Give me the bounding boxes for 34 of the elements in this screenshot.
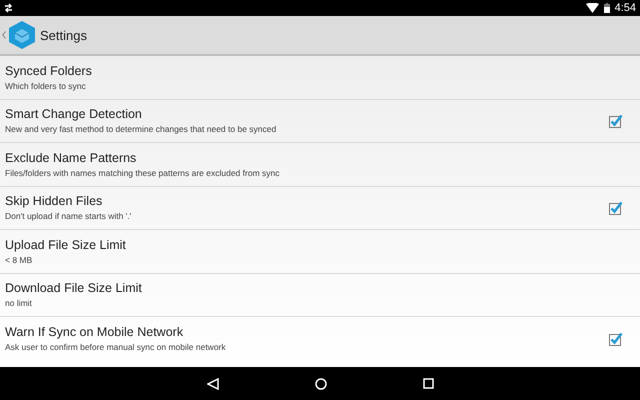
back-icon[interactable] bbox=[206, 378, 218, 390]
back-chevron-icon bbox=[2, 31, 6, 39]
settings-item[interactable]: Warn If Sync on Mobile Network Ask user to confirm before manual sync on mobile network bbox=[0, 317, 640, 360]
checkbox[interactable] bbox=[609, 114, 623, 128]
settings-item[interactable]: Synced Folders Which folders to sync bbox=[0, 56, 640, 100]
settings-item[interactable]: Download File Size Limit no limit bbox=[0, 274, 640, 317]
setting-title: Warn If Sync on Mobile Network bbox=[5, 325, 184, 340]
setting-summary: Files/folders with names matching these patterns are excluded from sync bbox=[5, 168, 280, 178]
setting-summary: no limit bbox=[5, 298, 33, 308]
setting-summary: Ask user to confirm before manual sync on mobile network bbox=[5, 342, 226, 352]
settings-item[interactable]: Skip Hidden Files Don't upload if name starts with '.' bbox=[0, 186, 640, 230]
setting-summary: New and very fast method to determine changes that need to be synced bbox=[5, 124, 276, 134]
setting-title: Download File Size Limit bbox=[5, 281, 142, 296]
setting-title: Upload File Size Limit bbox=[5, 238, 126, 252]
cube-logo-icon bbox=[9, 21, 35, 49]
settings-item[interactable]: Smart Change Detection New and very fast method to determine changes that need to be synced bbox=[0, 100, 640, 143]
setting-title: Synced Folders bbox=[5, 64, 92, 78]
settings-item[interactable]: Upload File Size Limit < 8 MB bbox=[0, 230, 640, 274]
home-icon[interactable] bbox=[314, 378, 326, 390]
status-time: 4:54 bbox=[614, 2, 636, 14]
setting-summary: < 8 MB bbox=[5, 254, 34, 265]
wifi-icon bbox=[586, 3, 599, 13]
sync-icon bbox=[4, 3, 13, 13]
setting-title: Exclude Name Patterns bbox=[5, 150, 138, 165]
checkbox[interactable] bbox=[609, 200, 623, 215]
checkbox[interactable] bbox=[609, 332, 623, 346]
setting-title: Skip Hidden Files bbox=[5, 194, 104, 208]
setting-summary: Don't upload if name starts with '.' bbox=[5, 211, 132, 222]
setting-title: Smart Change Detection bbox=[5, 107, 143, 122]
screen-title: Settings bbox=[40, 28, 87, 42]
battery-icon bbox=[604, 3, 610, 13]
recents-icon[interactable] bbox=[422, 378, 434, 389]
setting-summary: Which folders to sync bbox=[5, 80, 87, 91]
settings-item[interactable]: Exclude Name Patterns Files/folders with names matching these patterns are excluded from sync bbox=[0, 143, 640, 186]
